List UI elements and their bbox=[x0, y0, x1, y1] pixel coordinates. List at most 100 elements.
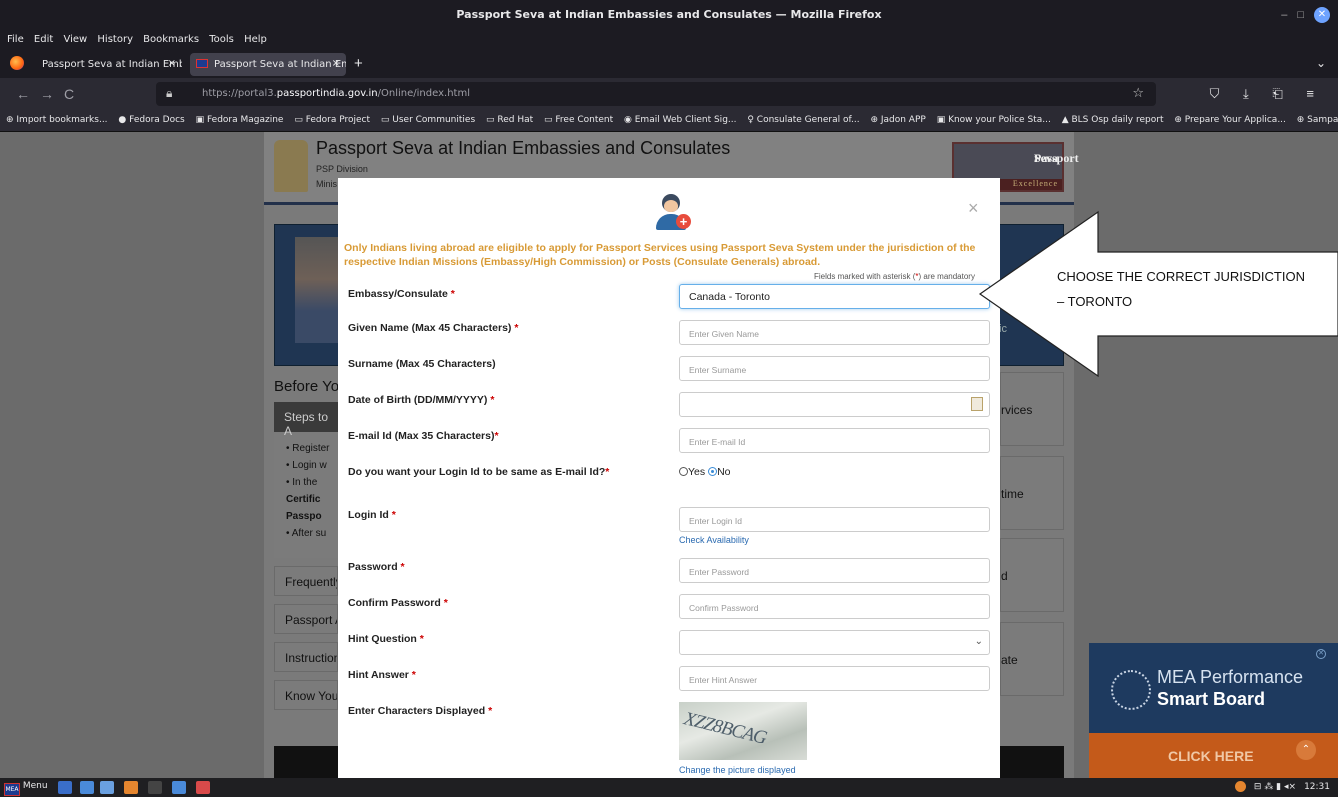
bookmark-item[interactable]: ▭ Fedora Project bbox=[294, 115, 370, 125]
bookmark-item[interactable]: ▣ Fedora Magazine bbox=[196, 115, 284, 125]
site-favicon-icon bbox=[196, 59, 208, 68]
faq-item[interactable]: Instruction bbox=[274, 642, 338, 672]
hint-answer-label: Hint Answer * bbox=[348, 669, 416, 681]
lock-icon[interactable]: 🔒︎ bbox=[166, 86, 172, 101]
update-icon[interactable] bbox=[1234, 781, 1246, 792]
surname-input[interactable]: Enter Surname bbox=[679, 356, 990, 381]
bookmark-item[interactable]: ▲ BLS Osp daily report bbox=[1062, 115, 1164, 125]
app-icon[interactable] bbox=[148, 781, 162, 794]
clock[interactable]: 12:31 bbox=[1304, 782, 1330, 792]
menu-bookmarks[interactable]: Bookmarks bbox=[143, 34, 199, 45]
url-text: https://portal3.passportindia.gov.in/Onl… bbox=[202, 88, 470, 99]
show-desktop-icon[interactable] bbox=[58, 781, 72, 794]
captcha-image: XZZ8BCAG bbox=[679, 702, 807, 760]
minimize-button[interactable]: – bbox=[1281, 9, 1287, 21]
given-name-input[interactable]: Enter Given Name bbox=[679, 320, 990, 345]
menu-tools[interactable]: Tools bbox=[209, 34, 234, 45]
callout-text: CHOOSE THE CORRECT JURISDICTION – TORONT… bbox=[1057, 269, 1305, 309]
hint-question-select[interactable]: ⌄ bbox=[679, 630, 990, 655]
forward-icon[interactable]: → bbox=[40, 86, 64, 102]
tab-close-icon[interactable]: × bbox=[168, 58, 176, 69]
menu-help[interactable]: Help bbox=[244, 34, 267, 45]
url-bar[interactable]: 🔒︎ https://portal3.passportindia.gov.in/… bbox=[156, 82, 1156, 106]
add-user-icon: + bbox=[654, 194, 691, 230]
same-login-radio-group: Yes No bbox=[679, 466, 731, 478]
list-tabs-icon[interactable]: ⌄ bbox=[1316, 56, 1326, 70]
tray-icons[interactable]: ⊟ ⁂ ▮ ◂× bbox=[1254, 782, 1296, 792]
bookmark-item[interactable]: ⊕ Prepare Your Applica... bbox=[1174, 115, 1286, 125]
check-availability-link[interactable]: Check Availability bbox=[679, 535, 749, 545]
steps-panel: Steps to A • Register • Login w • In the… bbox=[274, 402, 338, 558]
faq-item[interactable]: Know Your bbox=[274, 680, 338, 710]
radio-yes-label: Yes bbox=[688, 466, 706, 478]
menu-file[interactable]: File bbox=[7, 34, 24, 45]
screenshot-icon[interactable] bbox=[196, 781, 210, 794]
bookmark-item[interactable]: ▭ User Communities bbox=[381, 115, 475, 125]
service-card[interactable]: d bbox=[1000, 538, 1064, 612]
maximize-button[interactable]: □ bbox=[1297, 9, 1304, 21]
tab-close-icon[interactable]: × bbox=[332, 58, 340, 69]
bookmark-item[interactable]: ⊕ Import bookmarks... bbox=[6, 115, 108, 125]
service-card[interactable]: rvices bbox=[1000, 372, 1064, 446]
new-tab-button[interactable]: + bbox=[354, 55, 363, 72]
terminal-icon[interactable] bbox=[100, 781, 114, 794]
mea-logo-icon: MEA bbox=[4, 783, 20, 796]
menu-edit[interactable]: Edit bbox=[34, 34, 53, 45]
service-card[interactable]: ate bbox=[1000, 622, 1064, 696]
bookmark-star-icon[interactable]: ☆ bbox=[1132, 86, 1144, 101]
embassy-select[interactable]: Canada - Toronto bbox=[679, 284, 990, 309]
system-tray: ⊟ ⁂ ▮ ◂× 12:31 bbox=[1234, 781, 1330, 792]
bookmark-item[interactable]: ▣ Know your Police Sta... bbox=[937, 115, 1051, 125]
login-id-input[interactable]: Enter Login Id bbox=[679, 507, 990, 532]
surname-label: Surname (Max 45 Characters) bbox=[348, 358, 496, 370]
radio-yes[interactable] bbox=[679, 467, 688, 476]
bookmark-item[interactable]: ◉ Email Web Client Sig... bbox=[624, 115, 736, 125]
password-input[interactable]: Enter Password bbox=[679, 558, 990, 583]
login-id-label: Login Id * bbox=[348, 509, 396, 521]
bookmark-item[interactable]: ♀ Consulate General of... bbox=[747, 115, 859, 125]
bookmark-item[interactable]: ⊕ Jadon APP bbox=[870, 115, 925, 125]
start-menu-button[interactable]: MEA Menu bbox=[4, 781, 48, 796]
tab-label: Passport Seva at Indian Embassie bbox=[42, 59, 182, 70]
bookmark-item[interactable]: ▭ Red Hat bbox=[486, 115, 533, 125]
reload-icon[interactable]: C bbox=[64, 86, 84, 102]
menu-history[interactable]: History bbox=[97, 34, 133, 45]
radio-no[interactable] bbox=[708, 467, 718, 476]
mea-smart-board-widget[interactable]: ✕ MEA Performance Smart Board CLICK HERE… bbox=[1089, 643, 1338, 778]
toolbar-right-icons[interactable]: ⛉ ⤓ ⎗ ≡ bbox=[1210, 86, 1324, 102]
tab-passport-seva-2[interactable]: Passport Seva at Indian Emba × bbox=[190, 53, 346, 76]
bookmark-item[interactable]: ⊕ Sampark APP bbox=[1297, 115, 1338, 125]
confirm-password-label: Confirm Password * bbox=[348, 597, 448, 609]
change-picture-link[interactable]: Change the picture displayed bbox=[679, 765, 796, 775]
bookmark-item[interactable]: ▭ Free Content bbox=[544, 115, 613, 125]
mea-title: MEA Performance bbox=[1157, 667, 1304, 687]
bookmark-item[interactable]: ● Fedora Docs bbox=[118, 115, 184, 125]
scroll-up-icon[interactable]: ⌃ bbox=[1296, 740, 1316, 760]
service-card[interactable]: time bbox=[1000, 456, 1064, 530]
email-label: E-mail Id (Max 35 Characters)* bbox=[348, 430, 499, 442]
firefox-taskbar-icon[interactable] bbox=[124, 781, 138, 794]
back-icon[interactable]: ← bbox=[16, 86, 40, 102]
file-manager-icon[interactable] bbox=[80, 781, 94, 794]
dob-input[interactable] bbox=[679, 392, 990, 417]
hint-answer-input[interactable]: Enter Hint Answer bbox=[679, 666, 990, 691]
firefox-logo-icon[interactable] bbox=[10, 56, 24, 70]
close-window-button[interactable]: ✕ bbox=[1314, 7, 1330, 23]
faq-item[interactable]: Passport A bbox=[274, 604, 338, 634]
menubar: File Edit View History Bookmarks Tools H… bbox=[0, 30, 1338, 50]
tab-bar: Passport Seva at Indian Embassie × Passp… bbox=[0, 50, 1338, 78]
confirm-password-input[interactable]: Confirm Password bbox=[679, 594, 990, 619]
close-icon[interactable]: ✕ bbox=[1316, 649, 1326, 659]
menu-view[interactable]: View bbox=[63, 34, 87, 45]
email-input[interactable]: Enter E-mail Id bbox=[679, 428, 990, 453]
text-editor-icon[interactable] bbox=[172, 781, 186, 794]
site-subtitle: PSP Division bbox=[316, 164, 368, 174]
hint-question-label: Hint Question * bbox=[348, 633, 424, 645]
eligibility-notice: Only Indians living abroad are eligible … bbox=[344, 242, 976, 268]
tab-passport-seva-1[interactable]: Passport Seva at Indian Embassie × bbox=[6, 53, 182, 76]
chevron-down-icon: ⌄ bbox=[974, 636, 983, 647]
calendar-icon[interactable] bbox=[971, 397, 983, 411]
faq-item[interactable]: Frequently bbox=[274, 566, 338, 596]
window-title: Passport Seva at Indian Embassies and Co… bbox=[456, 8, 882, 21]
os-taskbar: MEA Menu ⊟ ⁂ ▮ ◂× 12:31 bbox=[0, 778, 1338, 797]
